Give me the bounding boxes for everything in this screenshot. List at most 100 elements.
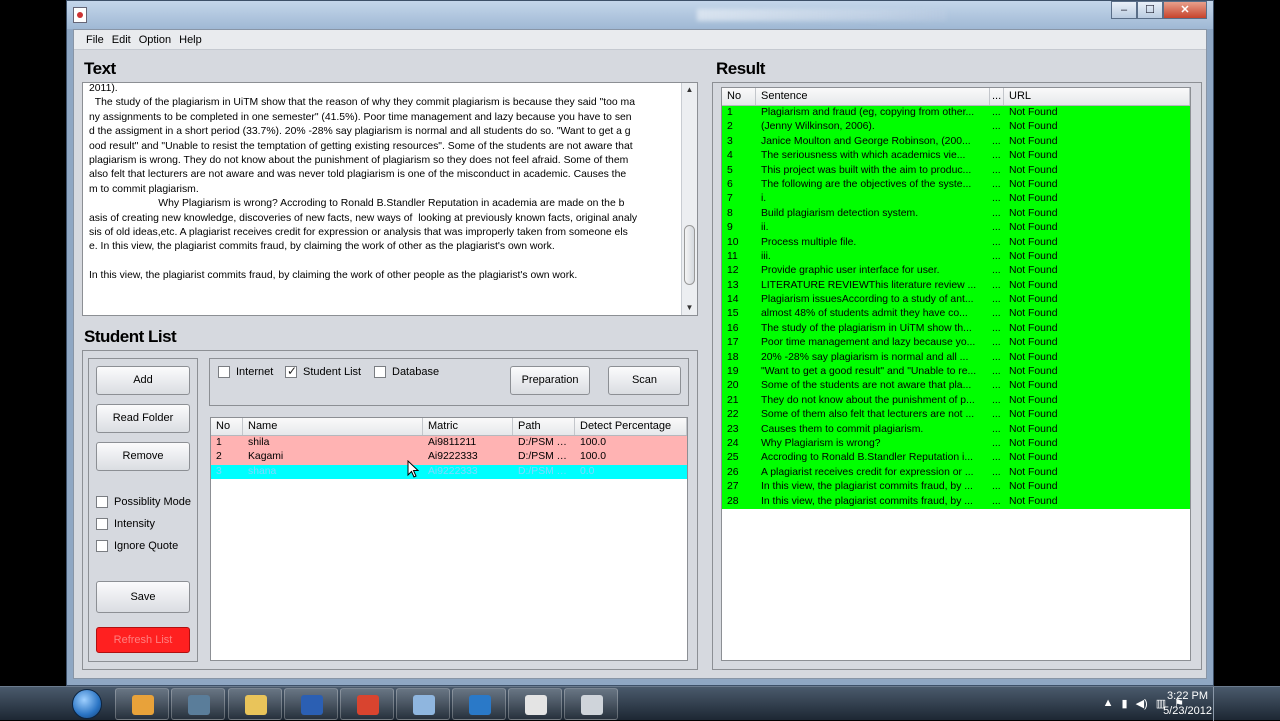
result-row[interactable]: 13 LITERATURE REVIEWThis literature revie… [722,278,1190,294]
taskbar-app-button[interactable] [115,688,169,720]
start-button[interactable] [70,687,106,721]
database-checkbox[interactable]: Database [374,366,439,378]
student-row[interactable]: 1 shila Ai9811211 D:/PSM T... 100.0 [211,436,687,451]
ignore-quote-label: Ignore Quote [114,540,179,552]
possibility-mode-box[interactable] [96,496,108,508]
result-cell: Plagiarism issuesAccording to a study of… [761,294,974,306]
student-row[interactable]: 2 Kagami Ai9222333 D:/PSM T... 100.0 [211,450,687,465]
intensity-checkbox[interactable]: Intensity [96,518,155,530]
remove-button[interactable]: Remove [96,442,190,471]
student-col-no[interactable]: No [211,418,243,435]
result-row[interactable]: 20 Some of the students are not aware tha… [722,379,1190,394]
database-box[interactable] [374,366,386,378]
result-row[interactable]: 8 Build plagiarism detection system.... No… [722,206,1190,222]
student-list-label: Student List [303,366,362,378]
text-scrollbar[interactable]: ▲ ▼ [681,83,697,315]
taskbar-app-button[interactable] [508,688,562,720]
internet-box[interactable] [218,366,230,378]
result-cell: 20 [727,380,739,392]
scan-button[interactable]: Scan [608,366,681,395]
title-bar[interactable]: ‒ ☐ ✕ [67,1,1213,29]
result-table: No Sentence ... URL 1 Plagiarism and frau… [721,87,1191,661]
read-folder-button[interactable]: Read Folder [96,404,190,433]
taskbar-clock[interactable]: 3:22 PM 5/23/2012 [1163,689,1212,719]
menu-option[interactable]: Option [135,30,175,49]
result-col-more[interactable]: ... [990,88,1004,105]
result-row[interactable]: 18 20% -28% say plagiarism is normal and … [722,350,1190,366]
student-cell: Ai9222333 [428,451,478,463]
result-cell: 18 [727,351,739,363]
result-row[interactable]: 21 They do not know about the punishment … [722,393,1190,409]
student-col-matric[interactable]: Matric [423,418,513,435]
taskbar-app-button[interactable] [284,688,338,720]
intensity-box[interactable] [96,518,108,530]
result-row[interactable]: 25 Accroding to Ronald B.Standler Reputat… [722,451,1190,466]
close-button[interactable]: ✕ [1163,1,1207,19]
result-row[interactable]: 6 The following are the objectives of the… [722,177,1190,193]
menu-help[interactable]: Help [175,30,206,49]
refresh-list-button[interactable]: Refresh List [96,627,190,653]
result-row[interactable]: 23 Causes them to commit plagiarism.... No… [722,422,1190,437]
result-row[interactable]: 2 (Jenny Wilkinson, 2006).... Not Found [722,120,1190,135]
result-row[interactable]: 1 Plagiarism and fraud (eg, copying from … [722,106,1190,121]
internet-checkbox[interactable]: Internet [218,366,273,378]
taskbar-app-button[interactable] [396,688,450,720]
result-cell: iii. [761,250,771,262]
maximize-button[interactable]: ☐ [1137,1,1163,19]
student-list-checkbox[interactable]: Student List [285,364,362,378]
result-row[interactable]: 4 The seriousness with which academics vi… [722,149,1190,164]
student-col-path[interactable]: Path [513,418,575,435]
result-row[interactable]: 14 Plagiarism issuesAccording to a study … [722,293,1190,308]
menu-edit[interactable]: Edit [108,30,135,49]
result-row[interactable]: 11 iii.... Not Found [722,249,1190,265]
result-row[interactable]: 12 Provide graphic user interface for use… [722,264,1190,279]
tray-device-icon[interactable]: ▮ [1122,697,1128,710]
result-row[interactable]: 19 "Want to get a good result" and "Unabl… [722,365,1190,380]
result-row[interactable]: 3 Janice Moulton and George Robinson, (20… [722,134,1190,150]
result-row[interactable]: 27 In this view, the plagiarist commits f… [722,480,1190,495]
taskbar-app-button[interactable] [171,688,225,720]
scroll-up-icon[interactable]: ▲ [682,83,697,97]
java-app-icon[interactable] [73,7,87,23]
result-row[interactable]: 24 Why Plagiarism is wrong?... Not Found [722,436,1190,452]
tray-arrow-icon[interactable]: ▲ [1103,697,1114,710]
taskbar-app-button[interactable] [340,688,394,720]
scroll-thumb[interactable] [684,225,695,285]
result-row[interactable]: 10 Process multiple file.... Not Found [722,235,1190,250]
result-cell: 4 [727,150,733,162]
add-button[interactable]: Add [96,366,190,395]
result-row[interactable]: 15 almost 48% of students admit they have… [722,307,1190,322]
result-col-url[interactable]: URL [1004,88,1190,105]
result-row[interactable]: 26 A plagiarist receives credit for expre… [722,465,1190,481]
student-col-detect[interactable]: Detect Percentage [575,418,687,435]
ignore-quote-checkbox[interactable]: Ignore Quote [96,540,178,552]
taskbar-app-button[interactable] [452,688,506,720]
ignore-quote-box[interactable] [96,540,108,552]
student-cell: 2 [216,451,222,463]
text-area[interactable]: 2011). The study of the plagiarism in Ui… [85,82,681,283]
minimize-button[interactable]: ‒ [1111,1,1137,19]
result-row[interactable]: 5 This project was built with the aim to … [722,163,1190,178]
scroll-down-icon[interactable]: ▼ [682,301,697,315]
result-row[interactable]: 7 i.... Not Found [722,192,1190,207]
show-desktop-button[interactable] [1213,687,1214,721]
student-col-name[interactable]: Name [243,418,423,435]
text-line: Why Plagiarism is wrong? Accroding to Ro… [89,198,625,210]
result-col-no[interactable]: No [722,88,756,105]
student-list-box[interactable] [285,364,297,378]
taskbar-app-button[interactable] [564,688,618,720]
menu-file[interactable]: File [82,30,108,49]
possibility-mode-checkbox[interactable]: Possiblity Mode [96,496,191,508]
save-button[interactable]: Save [96,581,190,613]
volume-icon[interactable]: ◀) [1136,697,1148,710]
preparation-button[interactable]: Preparation [510,366,590,395]
result-row[interactable]: 16 The study of the plagiarism in UiTM sh… [722,321,1190,337]
taskbar-app-button[interactable] [228,688,282,720]
result-cell: ... [992,121,1001,133]
result-row[interactable]: 17 Poor time management and lazy because … [722,336,1190,351]
result-row[interactable]: 28 In this view, the plagiarist commits f… [722,494,1190,509]
result-row[interactable]: 9 ii.... Not Found [722,221,1190,236]
student-row[interactable]: 3 shana Ai9222333 D:/PSM T... 0.0 [211,464,687,480]
result-row[interactable]: 22 Some of them also felt that lecturers … [722,408,1190,423]
result-col-sentence[interactable]: Sentence [756,88,990,105]
